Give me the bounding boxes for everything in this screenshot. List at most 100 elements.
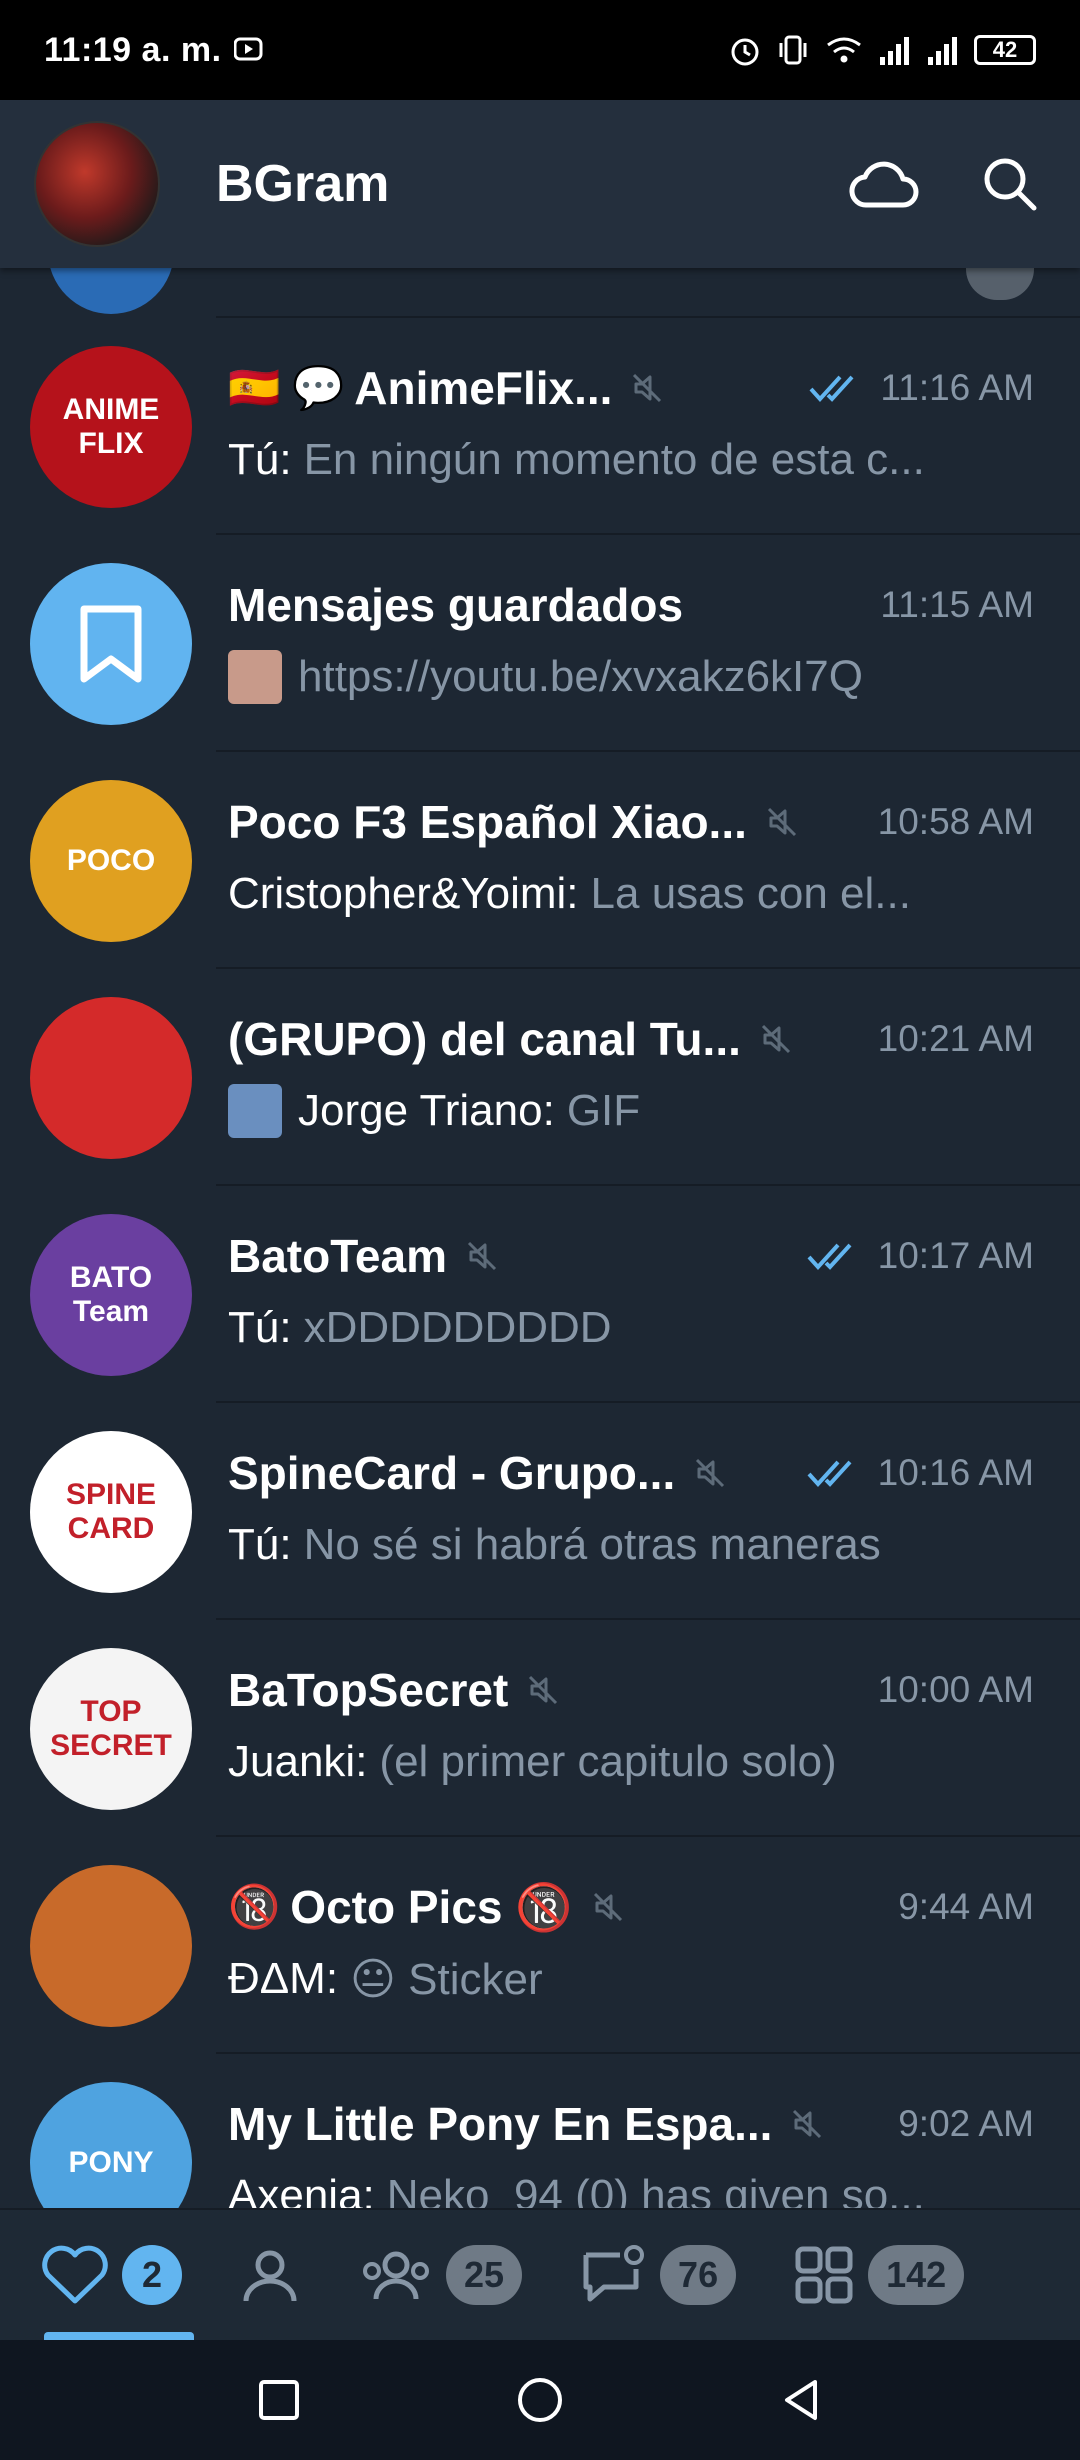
- read-ticks-icon: [807, 1243, 852, 1270]
- home-icon[interactable]: [514, 2374, 566, 2426]
- message-sender: Jorge Triano:: [298, 1086, 555, 1135]
- chat-row-partial[interactable]: [0, 268, 1080, 318]
- avatar: PONY: [30, 2082, 192, 2208]
- message-preview: GIF: [566, 1086, 641, 1135]
- status-bar: 11:19 a. m. 42: [0, 0, 1080, 100]
- chat-name: Octo Pics 🔞: [290, 1880, 573, 1933]
- profile-avatar[interactable]: [34, 121, 160, 247]
- folder-tabs: 2 25 76 142: [0, 2208, 1080, 2340]
- chat-row[interactable]: Mensajes guardados 11:15 AM https://youtu.…: [0, 535, 1080, 752]
- avatar: SPINE CARD: [30, 1431, 192, 1593]
- system-nav-bar: [0, 2340, 1080, 2460]
- chat-name: (GRUPO) del canal Tu...: [228, 1013, 741, 1065]
- chat-list[interactable]: ANIME FLIX 🇪🇸 💬 AnimeFlix... 11:16 AM Tú: En …: [0, 268, 1080, 2208]
- chat-name: Mensajes guardados: [228, 579, 684, 631]
- avatar-label: POCO: [66, 844, 156, 877]
- message-preview: xDDDDDDDDD: [303, 1303, 612, 1352]
- chat-row[interactable]: 🔞 Octo Pics 🔞 9:44 AM ĐΔM: 😐 Sticker: [0, 1837, 1080, 2054]
- chat-name: BatoTeam: [228, 1230, 447, 1282]
- cloud-button[interactable]: [848, 148, 920, 220]
- back-icon[interactable]: [777, 2376, 825, 2424]
- message-sender: Tú:: [228, 435, 292, 484]
- read-ticks-icon: [807, 1460, 852, 1487]
- message-preview: https://youtu.be/xvxakz6kI7Q: [298, 652, 863, 701]
- active-tab-indicator: [44, 2332, 194, 2340]
- recent-apps-icon[interactable]: [255, 2376, 303, 2424]
- chat-time: 10:00 AM: [877, 1669, 1034, 1710]
- muted-icon: [593, 1892, 622, 1922]
- muted-icon: [793, 2109, 822, 2139]
- tab-chats[interactable]: 76: [578, 2210, 737, 2340]
- chat-row[interactable]: POCO Poco F3 Español Xiao... 10:58 AM Crist…: [0, 752, 1080, 969]
- avatar: POCO: [30, 780, 192, 942]
- avatar: ANIME FLIX: [30, 346, 192, 508]
- tab-badge: 2: [122, 2245, 182, 2305]
- signal-icon: [880, 37, 909, 65]
- group-icon: [363, 2251, 429, 2300]
- youtube-notification-icon: [233, 37, 263, 61]
- tab-favorites[interactable]: 2: [40, 2210, 194, 2340]
- unread-badge: [966, 268, 1034, 300]
- app-bar: BGram: [0, 100, 1080, 268]
- wifi-icon: [827, 37, 861, 63]
- avatar-label: ANIME FLIX: [62, 393, 160, 460]
- muted-icon: [529, 1675, 558, 1705]
- muted-icon: [767, 807, 796, 837]
- chat-time: 9:02 AM: [898, 2103, 1034, 2144]
- muted-icon: [467, 1241, 497, 1271]
- chat-row[interactable]: ANIME FLIX 🇪🇸 💬 AnimeFlix... 11:16 AM Tú: En …: [0, 318, 1080, 535]
- chat-row[interactable]: BATO Team BatoTeam 10:17 AM Tú: xDDDDDDDDD: [0, 1186, 1080, 1403]
- muted-icon: [696, 1458, 725, 1488]
- chat-name-prefix: 🔞: [228, 1882, 281, 1930]
- chat-row[interactable]: SPINE CARD SpineCard - Grupo... 10:16 AM Tú…: [0, 1403, 1080, 1620]
- tab-badge: 25: [446, 2245, 523, 2305]
- tab-all[interactable]: 142: [792, 2210, 965, 2340]
- search-button[interactable]: [974, 148, 1046, 220]
- chat-name: My Little Pony En Espa...: [228, 2098, 773, 2150]
- tab-groups[interactable]: 25: [358, 2210, 523, 2340]
- media-thumbnail: [228, 1084, 282, 1138]
- person-icon: [243, 2250, 297, 2302]
- tab-contacts[interactable]: [238, 2210, 302, 2340]
- message-sender: Tú:: [228, 1520, 292, 1569]
- chat-name: BaTopSecret: [228, 1664, 509, 1716]
- message-preview: Neko_94 (0) has given so...: [386, 2171, 925, 2208]
- heart-icon: [42, 2245, 108, 2304]
- app-title: BGram: [216, 155, 390, 213]
- chat-name: Poco F3 Español Xiao...: [228, 796, 747, 848]
- message-preview: 😐 Sticker: [350, 1954, 543, 2004]
- chat-name: AnimeFlix...: [354, 362, 613, 414]
- tab-badge: 76: [660, 2245, 737, 2305]
- avatar: TOP SECRET: [30, 1648, 192, 1810]
- avatar: [30, 563, 192, 725]
- avatar: [30, 1865, 192, 2027]
- search-icon: [984, 158, 1037, 211]
- status-time: 11:19 a. m.: [44, 30, 222, 69]
- chat-time: 10:17 AM: [877, 1235, 1034, 1276]
- chat-row[interactable]: PONY My Little Pony En Espa... 9:02 AM Axen…: [0, 2054, 1080, 2208]
- muted-icon: [761, 1024, 790, 1054]
- chat-name: SpineCard - Grupo...: [228, 1447, 676, 1499]
- chat-time: 11:16 AM: [880, 367, 1034, 408]
- battery-indicator: 42: [974, 35, 1036, 65]
- avatar: [30, 997, 192, 1159]
- chat-row[interactable]: (GRUPO) del canal Tu... 10:21 AM Jorge Tri…: [0, 969, 1080, 1186]
- message-sender: ĐΔM:: [228, 1954, 339, 2003]
- chat-time: 9:44 AM: [898, 1886, 1034, 1927]
- avatar: [48, 268, 174, 314]
- alarm-icon: [731, 38, 759, 66]
- vibrate-icon: [779, 35, 807, 65]
- chat-time: 10:58 AM: [877, 801, 1034, 842]
- message-preview: (el primer capitulo solo): [379, 1737, 837, 1786]
- chat-row[interactable]: TOP SECRET BaTopSecret 10:00 AM Juanki: (el …: [0, 1620, 1080, 1837]
- read-ticks-icon: [809, 375, 854, 402]
- message-preview: No sé si habrá otras maneras: [303, 1520, 881, 1569]
- signal-icon-2: [928, 37, 957, 65]
- chat-time: 10:21 AM: [877, 1018, 1034, 1059]
- tab-badge: 142: [868, 2245, 965, 2305]
- avatar-label: BATO Team: [69, 1261, 153, 1328]
- cloud-icon: [849, 161, 919, 208]
- message-preview: La usas con el...: [590, 869, 911, 918]
- chat-time: 10:16 AM: [877, 1452, 1034, 1493]
- media-thumbnail: [228, 650, 282, 704]
